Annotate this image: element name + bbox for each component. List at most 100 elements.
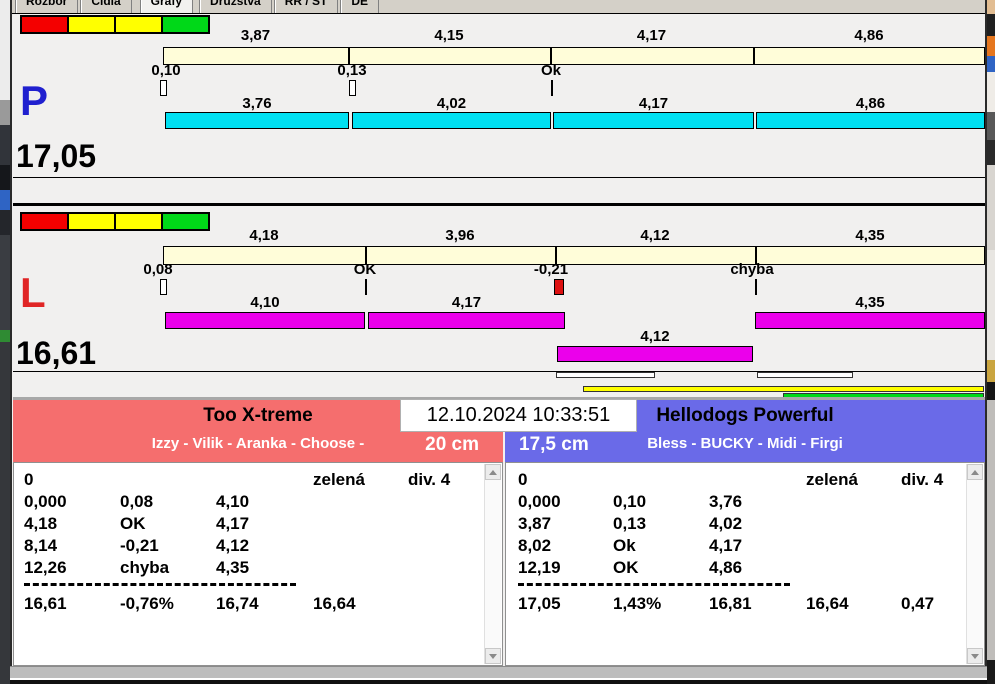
results-table-right[interactable]: 0 zelená div. 4 0,000 0,10 3,76 3,87 0,13 4,02 8,… xyxy=(505,462,985,666)
legend-segment xyxy=(69,17,114,32)
panel-l-mark-label: -0,21 xyxy=(533,261,569,278)
table-cell: 8,14 xyxy=(24,536,58,555)
panel-l-run-bar-segment xyxy=(557,346,753,362)
panel-l-plan-segment-label: 4,35 xyxy=(855,227,885,244)
panel-l-run-bar-segment xyxy=(368,312,565,329)
arrow-down-icon xyxy=(489,653,497,659)
table-row: 0,000 0,08 4,10 xyxy=(14,492,502,513)
panel-p-run-segment-label: 4,02 xyxy=(436,95,467,112)
table-cell: 4,17 xyxy=(709,536,743,555)
arrow-down-icon xyxy=(971,653,979,659)
table-cell: 0,000 xyxy=(518,492,561,511)
table-row: 8,02 Ok 4,17 xyxy=(506,536,984,557)
panel-l-top-border xyxy=(13,203,985,206)
table-cell: -0,21 xyxy=(120,536,159,555)
totals-cell: 16,64 xyxy=(313,594,356,613)
table-cell: 4,86 xyxy=(709,558,743,577)
panel-l-label: L xyxy=(20,269,46,316)
table-cell: 4,17 xyxy=(216,514,250,533)
table-row: 0 zelená div. 4 xyxy=(14,470,502,491)
table-cell: 0,10 xyxy=(613,492,647,511)
panel-p-plan-segment-label: 4,86 xyxy=(854,27,884,44)
table-cell: zelená xyxy=(313,470,365,489)
table-cell: Ok xyxy=(613,536,636,555)
legend-segment xyxy=(116,17,161,32)
panel-l-total-time: 16,61 xyxy=(16,335,97,371)
table-cell: zelená xyxy=(806,470,858,489)
app-window: Rozbor Čidla Grafy Družstva RR / ST DE P 17,05… xyxy=(0,0,995,684)
table-row: 12,19 OK 4,86 xyxy=(506,558,984,579)
table-cell: 12,26 xyxy=(24,558,67,577)
table-cell: 0,08 xyxy=(120,492,154,511)
strip-white-bar xyxy=(757,372,853,378)
legend-segment xyxy=(116,214,161,229)
table-row: 0,000 0,10 3,76 xyxy=(506,492,984,513)
legend-segment xyxy=(163,214,208,229)
panel-p-run-bar-segment xyxy=(553,112,754,129)
table-cell: 0 xyxy=(24,470,34,489)
totals-row: 16,61 -0,76% 16,74 16,64 xyxy=(14,594,502,615)
totals-cell: -0,76% xyxy=(120,594,174,613)
panel-l-plan-bar xyxy=(163,246,985,265)
panel-l-mark-box-marker xyxy=(160,279,167,295)
panel-p-total-time: 17,05 xyxy=(16,138,97,174)
table-cell: 8,02 xyxy=(518,536,552,555)
panel-p-bottom-border xyxy=(13,177,985,178)
table-cell: 12,19 xyxy=(518,558,561,577)
panel-p-mark-line-marker xyxy=(551,80,553,96)
scroll-down-button[interactable] xyxy=(485,648,501,664)
panel-p-run-segment-label: 3,76 xyxy=(242,95,272,112)
panel-l-mark-line-marker xyxy=(365,279,367,295)
panel-l-run-bar-segment xyxy=(755,312,985,329)
panel-p-plan-segment-label: 3,87 xyxy=(240,27,271,44)
totals-cell: 1,43% xyxy=(613,594,662,613)
totals-row: 17,05 1,43% 16,81 16,64 0,47 xyxy=(506,594,984,615)
scroll-down-button[interactable] xyxy=(967,648,983,664)
panel-l-run-segment-label: 4,10 xyxy=(250,294,280,311)
datetime-display: 12.10.2024 10:33:51 xyxy=(400,399,637,432)
team-left-category: 20 cm xyxy=(425,434,479,455)
table-cell: div. 4 xyxy=(408,470,451,489)
strip-white-bar xyxy=(556,372,655,378)
panel-l-mark-label: chyba xyxy=(730,261,774,278)
panel-p-plan-segment-label: 4,15 xyxy=(434,27,464,44)
table-row: 12,26 chyba 4,35 xyxy=(14,558,502,579)
panel-p-label: P xyxy=(20,77,49,124)
table-cell: 4,12 xyxy=(216,536,250,555)
panel-l-run-segment-label: 4,35 xyxy=(855,294,885,311)
panel-l-plan-segment-label: 4,12 xyxy=(640,227,670,244)
panel-l-mark-label: OK xyxy=(353,261,377,278)
legend-segment xyxy=(22,17,67,32)
legend-segment xyxy=(163,17,208,32)
results-table-left[interactable]: 0 zelená div. 4 0,000 0,08 4,10 4,18 OK 4,17 8,14… xyxy=(13,462,503,666)
table-row: 8,14 -0,21 4,12 xyxy=(14,536,502,557)
table-cell: 4,10 xyxy=(216,492,250,511)
panel-l-color-legend xyxy=(20,212,210,231)
table-cell: 3,87 xyxy=(518,514,552,533)
panel-p-run-segment-label: 4,17 xyxy=(638,95,669,112)
panel-p-mark-box-marker xyxy=(349,80,356,96)
panel-p-color-legend xyxy=(20,15,210,34)
panel-p-mark-label: 0,13 xyxy=(337,62,367,79)
table-row: 4,18 OK 4,17 xyxy=(14,514,502,535)
table-cell: chyba xyxy=(120,558,170,577)
table-cell: 0 xyxy=(518,470,528,489)
panel-l-run-segment-label: 4,17 xyxy=(451,294,482,311)
table-cell: div. 4 xyxy=(901,470,944,489)
panel-p-run-segment-label: 4,86 xyxy=(855,95,886,112)
panel-l-run-segment-label: 4,12 xyxy=(640,328,670,345)
totals-separator xyxy=(518,583,790,586)
table-cell: 0,13 xyxy=(613,514,647,533)
panel-p-run-bar-segment xyxy=(756,112,985,129)
panel-l-bottom-border xyxy=(13,371,985,372)
table-cell: 0,000 xyxy=(24,492,67,511)
panel-l-plan-segment-label: 4,18 xyxy=(249,227,279,244)
table-row: 0 zelená div. 4 xyxy=(506,470,984,491)
panel-p-run-bar-segment xyxy=(352,112,551,129)
totals-separator xyxy=(24,583,296,586)
table-cell: 4,18 xyxy=(24,514,58,533)
panel-l-mark-label: 0,08 xyxy=(143,261,173,278)
panel-p-plan-segment-label: 4,17 xyxy=(636,27,667,44)
panel-p-run-bar-segment xyxy=(165,112,349,129)
panel-p-mark-box-marker xyxy=(160,80,167,96)
